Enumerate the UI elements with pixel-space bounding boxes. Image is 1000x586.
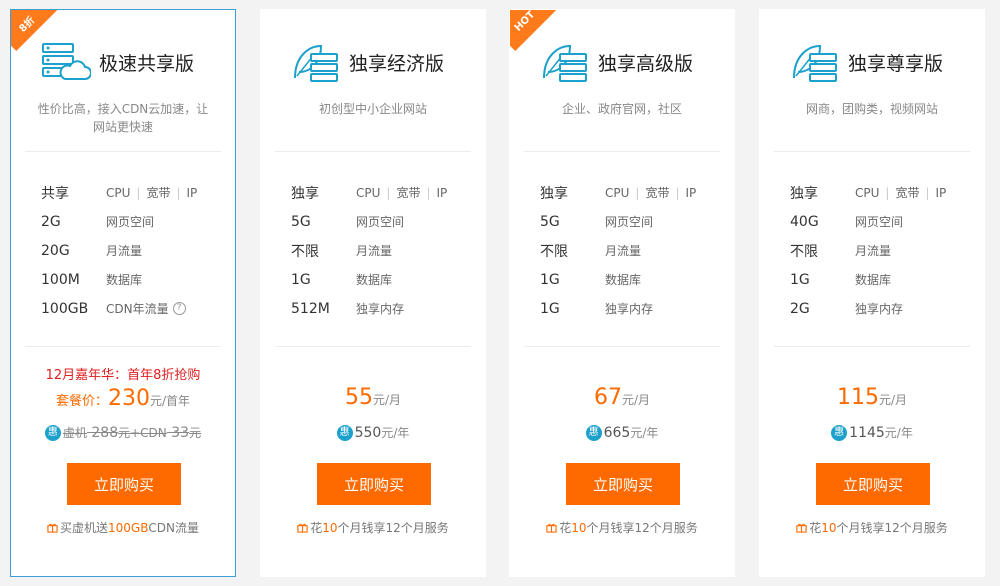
- spec-row: 100GB CDN年流量?: [41, 294, 225, 323]
- pricing-page: 8折 极速共享版 性价比高，接入CDN云加速，让 网站更快速 共享 CPU | 宽带…: [0, 0, 1000, 586]
- spec-row: 2G 独享内存: [790, 300, 904, 317]
- plan-title: 极速共享版: [99, 52, 195, 75]
- divider: [774, 151, 970, 152]
- gift-icon: [796, 523, 807, 533]
- gift-note: 花 10 个月钱享12个月服务: [510, 519, 734, 536]
- gift-icon: [297, 523, 308, 533]
- spec-row: 1G 数据库: [540, 271, 642, 288]
- spec-row: 独享 CPU | 宽带 | IP: [291, 185, 448, 202]
- spec-row: 不限 月流量: [790, 243, 892, 260]
- promo-text: 12月嘉年华：首年8折抢购: [45, 368, 201, 383]
- monthly-price: 115元/月: [836, 385, 908, 410]
- spec-row: 5G 网页空间: [540, 213, 654, 230]
- original-price: 惠 虚机 288元+CDN 33元: [11, 424, 235, 441]
- package-price: 套餐价：230元/首年: [55, 386, 191, 411]
- monthly-price: 67元/月: [593, 385, 651, 410]
- gift-icon: [47, 523, 58, 533]
- spec-row: 独享 CPU | 宽带 | IP: [540, 185, 697, 202]
- divider: [275, 346, 471, 347]
- spec-row: 1G 数据库: [790, 271, 892, 288]
- plan-title: 独享尊享版: [848, 52, 944, 75]
- plan-subtitle: 网商，团购类，视频网站: [805, 102, 938, 116]
- divider: [524, 151, 720, 152]
- monthly-price: 55元/月: [344, 385, 402, 410]
- gift-icon: [546, 523, 557, 533]
- spec-list: 独享 CPU | 宽带 | IP 5G 网页空间 不限 月流量 1G 数据库 1G 独享内存: [540, 178, 724, 323]
- yearly-price: 惠 550 元/年: [261, 424, 485, 441]
- plan-card-economy[interactable]: 独享经济版 初创型中小企业网站 独享 CPU | 宽带 | IP 5G 网页空间 不限 月流…: [260, 9, 486, 577]
- gift-note: 花 10 个月钱享12个月服务: [261, 519, 485, 536]
- spec-row: 1G 数据库: [291, 271, 393, 288]
- discount-icon: 惠: [585, 424, 602, 441]
- yearly-price: 惠 665 元/年: [510, 424, 734, 441]
- plan-title: 独享高级版: [598, 52, 694, 75]
- divider: [25, 346, 221, 347]
- plan-card-premium[interactable]: 独享尊享版 网商，团购类，视频网站 独享 CPU | 宽带 | IP 40G 网页空间 不…: [759, 9, 985, 577]
- server-cloud-icon: [42, 43, 91, 80]
- spec-row: 40G 网页空间: [790, 213, 904, 230]
- yearly-price: 惠 1145 元/年: [760, 424, 984, 441]
- help-icon[interactable]: ?: [172, 302, 186, 315]
- gift-note: 买虚机送 100GB CDN流量: [11, 519, 235, 536]
- divider: [524, 346, 720, 347]
- plan-subtitle: 企业、政府官网，社区: [561, 102, 682, 116]
- plan-card-advanced[interactable]: HOT 独享高级版 企业、政府官网，社区 独享 CPU | 宽带 | IP 5G 网页空间…: [509, 9, 735, 577]
- gift-note: 花 10 个月钱享12个月服务: [760, 519, 984, 536]
- spec-row: 不限 月流量: [291, 243, 393, 260]
- discount-icon: 惠: [831, 424, 848, 441]
- divider: [275, 151, 471, 152]
- spec-row: 512M 独享内存: [291, 300, 405, 317]
- spec-list: 共享 CPU | 宽带 | IP 2G 网页空间 20G 月流量 100M 数据库 10…: [41, 178, 225, 323]
- plan-card-fast-shared[interactable]: 8折 极速共享版 性价比高，接入CDN云加速，让 网站更快速 共享 CPU | 宽带…: [10, 9, 236, 577]
- server-leaf-icon: [793, 44, 837, 82]
- spec-row: 不限 月流量: [540, 243, 642, 260]
- spec-row: 2G 网页空间: [41, 213, 155, 230]
- spec-row: 独享 CPU | 宽带 | IP: [790, 185, 947, 202]
- buy-now-button[interactable]: 立即购买: [566, 463, 680, 505]
- spec-list: 独享 CPU | 宽带 | IP 40G 网页空间 不限 月流量 1G 数据库 2G 独享内存: [790, 178, 974, 323]
- spec-row: 1G 独享内存: [540, 300, 654, 317]
- plan-title: 独享经济版: [349, 52, 445, 75]
- spec-list: 独享 CPU | 宽带 | IP 5G 网页空间 不限 月流量 1G 数据库 512M 独享内存: [291, 178, 475, 323]
- plan-subtitle: 初创型中小企业网站: [318, 102, 427, 116]
- divider: [774, 346, 970, 347]
- server-leaf-icon: [294, 44, 338, 82]
- divider: [25, 151, 221, 152]
- buy-now-button[interactable]: 立即购买: [317, 463, 431, 505]
- buy-now-button[interactable]: 立即购买: [816, 463, 930, 505]
- buy-now-button[interactable]: 立即购买: [67, 463, 181, 505]
- spec-row: 共享 CPU | 宽带 | IP: [41, 185, 198, 202]
- discount-icon: 惠: [336, 424, 353, 441]
- spec-row: 5G 网页空间: [291, 213, 405, 230]
- spec-row: 100M 数据库: [41, 271, 143, 288]
- plan-subtitle: 性价比高，接入CDN云加速，让 网站更快速: [37, 102, 209, 134]
- discount-icon: 惠: [44, 424, 61, 441]
- spec-row: 20G 月流量: [41, 242, 143, 259]
- server-leaf-icon: [543, 44, 587, 82]
